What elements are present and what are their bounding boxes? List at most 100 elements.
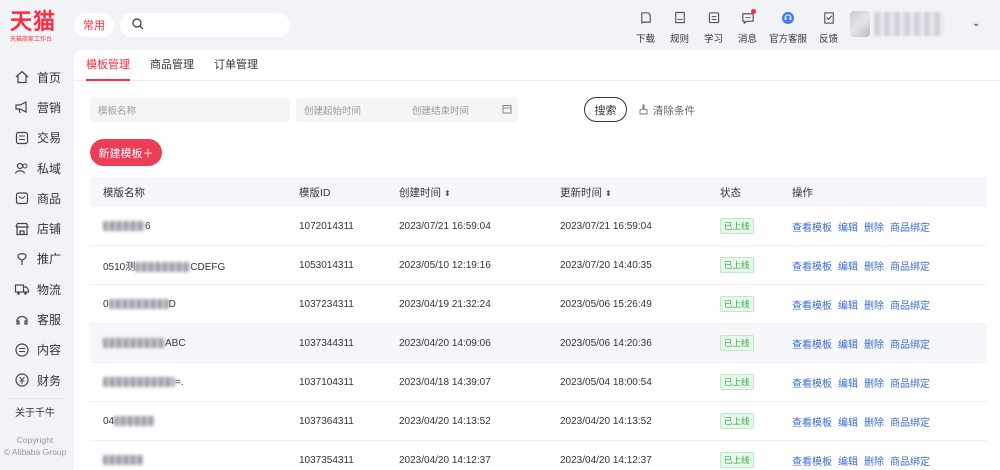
about-qianniu-link[interactable]: 关于千牛 bbox=[0, 404, 70, 419]
view-template-link[interactable]: 查看模板 bbox=[792, 223, 832, 234]
sort-icon[interactable]: ⬍ bbox=[605, 189, 612, 198]
delete-link[interactable]: 删除 bbox=[864, 418, 884, 429]
sidebar-item[interactable]: 财务 bbox=[0, 365, 70, 395]
bind-products-link[interactable]: 商品绑定 bbox=[890, 379, 930, 390]
sort-icon[interactable]: ⬍ bbox=[444, 189, 451, 198]
sidebar-item[interactable]: 商品 bbox=[0, 183, 70, 213]
account-name-blurred[interactable] bbox=[874, 12, 944, 36]
top-actions: 下载 规则 学习 消息 官方客服 反馈 bbox=[630, 8, 847, 45]
learn-icon bbox=[707, 8, 721, 25]
status-badge: 已上线 bbox=[720, 296, 754, 312]
sidebar-item[interactable]: 营销 bbox=[0, 92, 70, 122]
copyright-line-2: © Alibaba Group bbox=[3, 447, 67, 457]
delete-link[interactable]: 删除 bbox=[864, 262, 884, 273]
content-icon bbox=[14, 342, 30, 358]
sidebar-item[interactable]: 客服 bbox=[0, 304, 70, 334]
bind-products-link[interactable]: 商品绑定 bbox=[890, 457, 930, 468]
sidebar-item[interactable]: 内容 bbox=[0, 335, 70, 365]
status-badge: 已上线 bbox=[720, 374, 754, 390]
row-actions: 查看模板 编辑 删除 商品绑定 bbox=[792, 297, 936, 312]
view-template-link[interactable]: 查看模板 bbox=[792, 379, 832, 390]
template-name-cell: 04 bbox=[103, 416, 155, 427]
template-name-cell: 0510测 CDEFG bbox=[103, 258, 225, 273]
avatar[interactable] bbox=[850, 11, 870, 37]
view-template-link[interactable]: 查看模板 bbox=[792, 418, 832, 429]
search-button[interactable]: 搜索 bbox=[584, 97, 627, 122]
status-badge: 已上线 bbox=[720, 335, 754, 351]
delete-link[interactable]: 删除 bbox=[864, 301, 884, 312]
date-range-field[interactable]: 创建起始时间 创建结束时间 bbox=[296, 98, 518, 122]
edit-link[interactable]: 编辑 bbox=[838, 262, 858, 273]
view-template-link[interactable]: 查看模板 bbox=[792, 301, 832, 312]
created-time-cell: 2023/04/18 14:39:07 bbox=[399, 376, 491, 388]
search-input[interactable] bbox=[150, 19, 280, 31]
template-table: 模版名称 模版ID 创建时间 ⬍ 更新时间 ⬍ 状态 操作 6 1072014311 2… bbox=[90, 177, 987, 470]
sidebar-item[interactable]: 推广 bbox=[0, 244, 70, 274]
status-badge: 已上线 bbox=[720, 257, 754, 273]
template-name-cell: 0D bbox=[103, 299, 176, 310]
edit-link[interactable]: 编辑 bbox=[838, 301, 858, 312]
template-name-cell: 6 bbox=[103, 221, 151, 232]
row-actions: 查看模板 编辑 删除 商品绑定 bbox=[792, 414, 936, 429]
delete-link[interactable]: 删除 bbox=[864, 379, 884, 390]
bind-products-link[interactable]: 商品绑定 bbox=[890, 418, 930, 429]
tab-template-management[interactable]: 模板管理 bbox=[76, 50, 140, 81]
view-template-link[interactable]: 查看模板 bbox=[792, 262, 832, 273]
official-service-icon bbox=[781, 8, 795, 25]
edit-link[interactable]: 编辑 bbox=[838, 457, 858, 468]
sidebar-item[interactable]: 店铺 bbox=[0, 213, 70, 243]
template-name-visible: 0510测 bbox=[103, 261, 136, 273]
top-action-learn[interactable]: 学习 bbox=[698, 8, 729, 45]
header-updated[interactable]: 更新时间 ⬍ bbox=[560, 185, 612, 200]
tmall-logo[interactable]: 天猫 天猫商家工作台 bbox=[10, 8, 66, 44]
bind-products-link[interactable]: 商品绑定 bbox=[890, 340, 930, 351]
chevron-down-icon[interactable]: ⌄ bbox=[972, 18, 980, 29]
bind-products-link[interactable]: 商品绑定 bbox=[890, 262, 930, 273]
edit-link[interactable]: 编辑 bbox=[838, 418, 858, 429]
delete-link[interactable]: 删除 bbox=[864, 340, 884, 351]
bind-products-link[interactable]: 商品绑定 bbox=[890, 223, 930, 234]
sidebar-item[interactable]: 私域 bbox=[0, 153, 70, 183]
table-row[interactable]: 6 1072014311 2023/07/21 16:59:04 2023/07/21… bbox=[90, 207, 987, 246]
template-id-cell: 1037104311 bbox=[299, 376, 354, 388]
top-action-feedback[interactable]: 反馈 bbox=[813, 8, 844, 45]
sidebar-item[interactable]: 首页 bbox=[0, 62, 70, 92]
row-actions: 查看模板 编辑 删除 商品绑定 bbox=[792, 375, 936, 390]
clear-filters-button[interactable]: 清除条件 bbox=[638, 103, 695, 118]
table-row[interactable]: 0510测 CDEFG 1053014311 2023/05/10 12:19:16 2… bbox=[90, 246, 987, 285]
quick-access-button[interactable]: 常用 bbox=[74, 13, 114, 37]
edit-link[interactable]: 编辑 bbox=[838, 340, 858, 351]
top-action-rules[interactable]: 规则 bbox=[664, 8, 695, 45]
table-row[interactable]: 04 1037364311 2023/04/20 14:13:52 2023/04/2… bbox=[90, 402, 987, 441]
sidebar-item[interactable]: 物流 bbox=[0, 274, 70, 304]
header-created[interactable]: 创建时间 ⬍ bbox=[399, 185, 451, 200]
updated-time-cell: 2023/05/04 18:00:54 bbox=[560, 376, 652, 388]
table-row[interactable]: =. 1037104311 2023/04/18 14:39:07 2023/05/0… bbox=[90, 363, 987, 402]
logo-title: 天猫 bbox=[10, 9, 57, 34]
top-action-download[interactable]: 下载 bbox=[630, 8, 661, 45]
view-template-link[interactable]: 查看模板 bbox=[792, 340, 832, 351]
edit-link[interactable]: 编辑 bbox=[838, 223, 858, 234]
top-action-label: 反馈 bbox=[818, 34, 838, 45]
template-name-field[interactable]: 模板名称 bbox=[90, 98, 290, 122]
redacted-text bbox=[135, 261, 191, 272]
top-action-official-service[interactable]: 官方客服 bbox=[766, 8, 810, 45]
tab-product-management[interactable]: 商品管理 bbox=[140, 50, 204, 80]
delete-link[interactable]: 删除 bbox=[864, 457, 884, 468]
view-template-link[interactable]: 查看模板 bbox=[792, 457, 832, 468]
template-name-suffix: D bbox=[168, 298, 176, 310]
sidebar-item-label: 推广 bbox=[37, 252, 62, 267]
tab-order-management[interactable]: 订单管理 bbox=[204, 50, 268, 80]
table-row[interactable]: ABC 1037344311 2023/04/20 14:09:06 2023/05/… bbox=[90, 324, 987, 363]
table-row[interactable]: 0 D 1037234311 2023/04/19 21:32:24 2023/05/0… bbox=[90, 285, 987, 324]
edit-link[interactable]: 编辑 bbox=[838, 379, 858, 390]
redacted-text bbox=[103, 376, 175, 387]
global-search[interactable] bbox=[120, 13, 290, 37]
sidebar-item[interactable]: 交易 bbox=[0, 123, 70, 153]
delete-link[interactable]: 删除 bbox=[864, 223, 884, 234]
table-row[interactable]: 1037354311 2023/04/20 14:12:37 2023/04/20 … bbox=[90, 441, 987, 470]
top-action-message[interactable]: 消息 bbox=[732, 8, 763, 45]
new-template-button[interactable]: 新建模板＋ bbox=[90, 139, 162, 166]
bind-products-link[interactable]: 商品绑定 bbox=[890, 301, 930, 312]
sidebar-item-label: 商品 bbox=[37, 191, 62, 206]
